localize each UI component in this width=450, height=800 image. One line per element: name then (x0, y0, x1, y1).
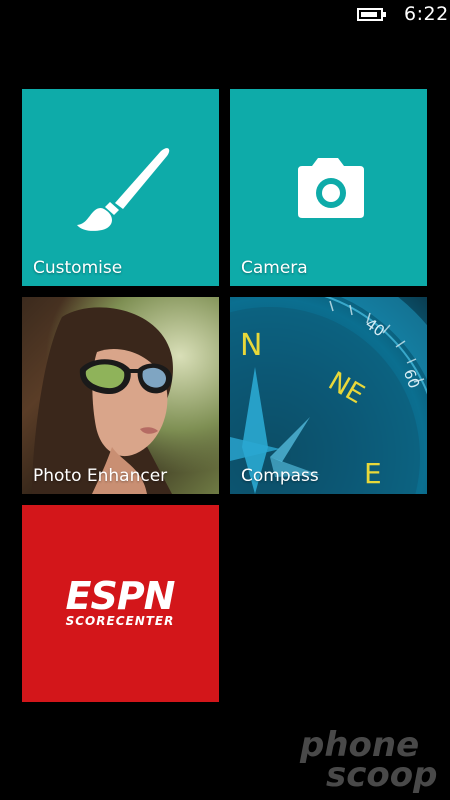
compass-n-label: N (240, 328, 262, 363)
tile-label: Compass (241, 466, 319, 486)
status-bar: 6:22 (0, 0, 450, 32)
battery-icon (357, 8, 386, 21)
status-time: 6:22 (404, 3, 449, 25)
start-screen: 6:22 Customise Camera Photo Enhancer N N… (0, 0, 450, 800)
espn-brand-text: ESPN (66, 574, 175, 618)
espn-sub-text: SCORECENTER (66, 614, 175, 628)
photo-enhancer-image (22, 297, 219, 494)
tile-label: Camera (241, 258, 308, 278)
phonescoop-watermark: phone scoop (300, 725, 450, 795)
camera-icon (298, 158, 364, 218)
tile-camera[interactable]: Camera (230, 89, 427, 286)
paintbrush-icon (77, 148, 170, 231)
espn-scorecenter-logo: ESPN SCORECENTER (66, 574, 176, 628)
tile-espn-scorecenter[interactable]: ESPN SCORECENTER (22, 505, 219, 702)
tile-customise[interactable]: Customise (22, 89, 219, 286)
tile-compass[interactable]: N NE E 40 60 Compass (230, 297, 427, 494)
tile-photo-enhancer[interactable]: Photo Enhancer (22, 297, 219, 494)
tile-label: Photo Enhancer (33, 466, 168, 486)
compass-60-label: 60 (400, 367, 423, 391)
tile-label: Customise (33, 258, 123, 278)
compass-image: N NE E 40 60 (230, 297, 427, 494)
watermark-line2: scoop (326, 755, 438, 795)
compass-e-label: E (364, 457, 382, 490)
